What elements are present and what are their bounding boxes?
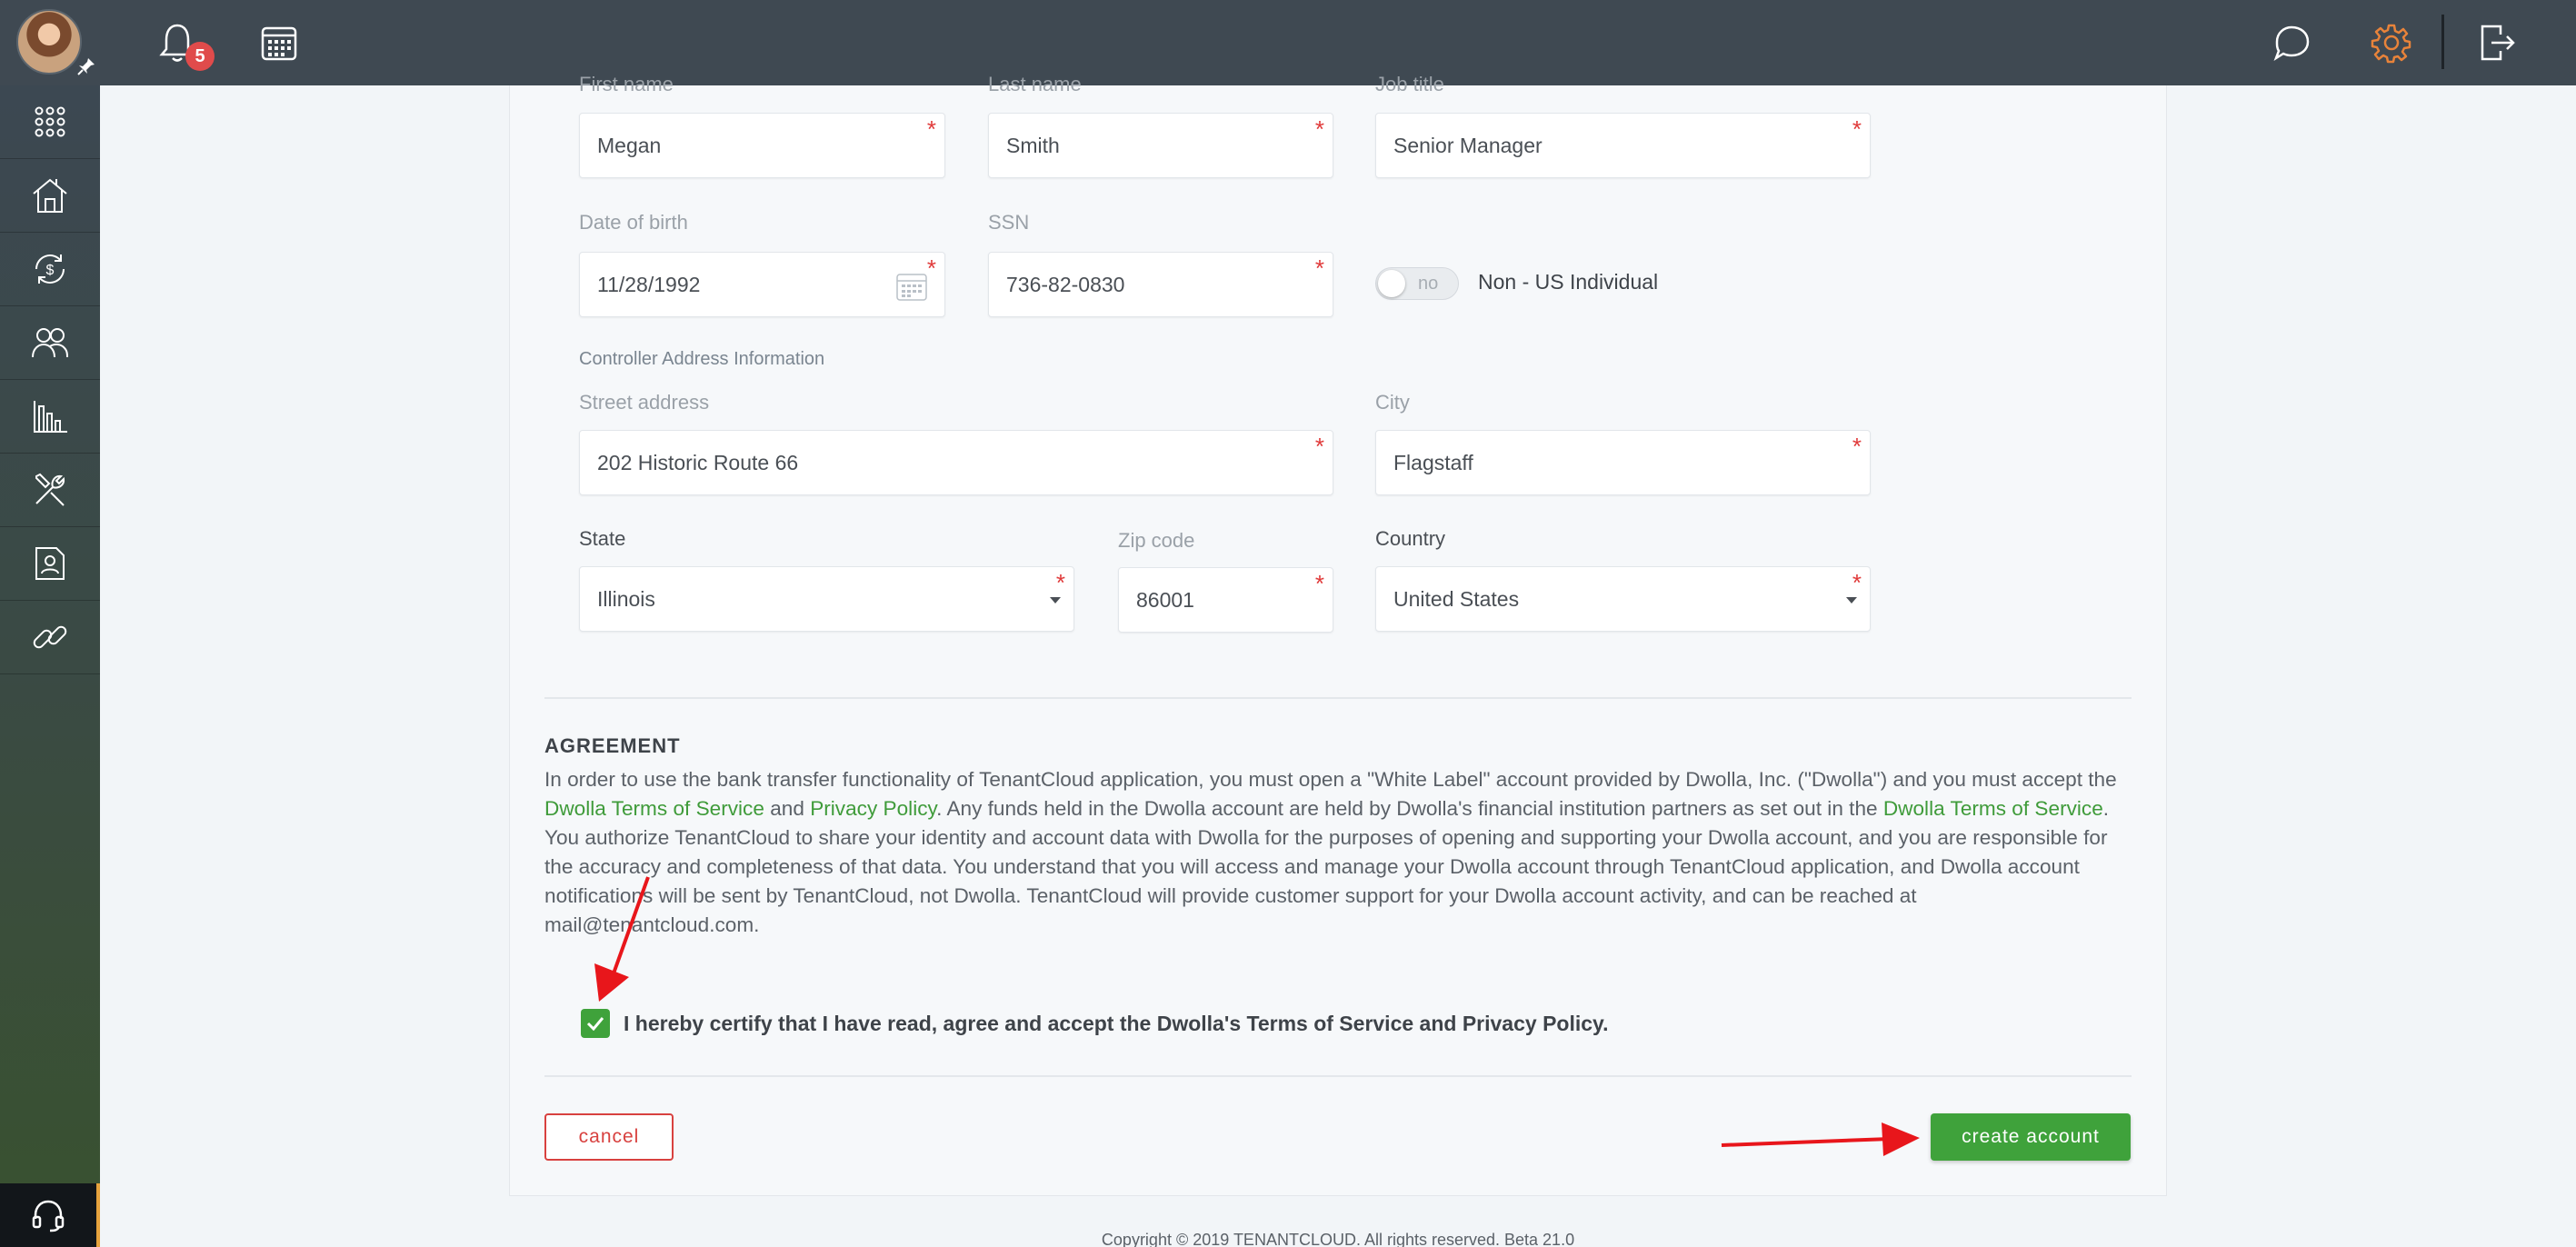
required-mark: * bbox=[1314, 254, 1324, 282]
dob-field[interactable]: 11/28/1992 * bbox=[579, 252, 945, 317]
required-mark: * bbox=[1852, 115, 1862, 143]
city-label: City bbox=[1375, 391, 1410, 414]
agreement-text-3: . Any funds held in the Dwolla account a… bbox=[936, 797, 1883, 820]
required-mark: * bbox=[926, 254, 936, 282]
payments-icon[interactable]: $ bbox=[0, 233, 100, 306]
reports-icon[interactable] bbox=[0, 380, 100, 454]
required-mark: * bbox=[1852, 569, 1862, 596]
cancel-button[interactable]: cancel bbox=[544, 1113, 674, 1161]
required-mark: * bbox=[1852, 433, 1862, 460]
privacy-policy-link[interactable]: Privacy Policy bbox=[810, 797, 936, 820]
city-field[interactable]: Flagstaff * bbox=[1375, 430, 1871, 495]
link-icon[interactable] bbox=[0, 601, 100, 674]
agreement-text-2: and bbox=[764, 797, 811, 820]
state-label: State bbox=[579, 527, 626, 550]
required-mark: * bbox=[1314, 433, 1324, 460]
first-name-field[interactable]: Megan * bbox=[579, 113, 945, 178]
state-value: Illinois bbox=[597, 586, 655, 611]
check-icon bbox=[586, 1017, 604, 1031]
ssn-value: 736-82-0830 bbox=[1006, 272, 1125, 296]
agreement-text: In order to use the bank transfer functi… bbox=[544, 765, 2132, 940]
last-name-label: Last name bbox=[988, 73, 1082, 95]
properties-icon[interactable] bbox=[0, 159, 100, 233]
required-mark: * bbox=[1314, 570, 1324, 597]
tools-icon[interactable] bbox=[0, 454, 100, 527]
agreement-text-1: In order to use the bank transfer functi… bbox=[544, 768, 2117, 791]
notification-badge: 5 bbox=[185, 42, 215, 71]
top-bar: 5 bbox=[0, 0, 2576, 85]
zip-label: Zip code bbox=[1118, 529, 1195, 552]
street-field[interactable]: 202 Historic Route 66 * bbox=[579, 430, 1333, 495]
divider bbox=[544, 697, 2132, 699]
last-name-field[interactable]: Smith * bbox=[988, 113, 1333, 178]
job-title-label: Job title bbox=[1375, 73, 1444, 95]
create-account-button[interactable]: create account bbox=[1931, 1113, 2131, 1161]
job-title-value: Senior Manager bbox=[1393, 133, 1543, 157]
first-name-value: Megan bbox=[597, 133, 662, 157]
zip-value: 86001 bbox=[1136, 587, 1194, 612]
required-mark: * bbox=[926, 115, 936, 143]
toggle-text: no bbox=[1418, 274, 1439, 294]
sidebar: $ bbox=[0, 85, 100, 1247]
people-icon[interactable] bbox=[0, 306, 100, 380]
last-name-value: Smith bbox=[1006, 133, 1060, 157]
logout-icon[interactable] bbox=[2472, 18, 2521, 67]
city-value: Flagstaff bbox=[1393, 450, 1473, 474]
job-title-field[interactable]: Senior Manager * bbox=[1375, 113, 1871, 178]
divider bbox=[544, 1075, 2132, 1077]
svg-text:$: $ bbox=[46, 263, 55, 278]
chat-icon[interactable] bbox=[2267, 18, 2316, 67]
footer-copyright: Copyright © 2019 TENANTCLOUD. All rights… bbox=[1101, 1231, 1575, 1247]
agreement-title: AGREEMENT bbox=[544, 734, 681, 757]
required-mark: * bbox=[1055, 569, 1065, 596]
non-us-toggle[interactable]: no bbox=[1375, 267, 1459, 300]
state-select[interactable]: Illinois * bbox=[579, 566, 1074, 632]
ssn-label: SSN bbox=[988, 211, 1030, 234]
certify-checkbox[interactable] bbox=[581, 1009, 610, 1038]
non-us-label: Non - US Individual bbox=[1478, 270, 1659, 294]
country-value: United States bbox=[1393, 586, 1520, 611]
agreement-text-4: . bbox=[2102, 797, 2110, 820]
calendar-icon[interactable] bbox=[255, 18, 304, 67]
apps-icon[interactable] bbox=[0, 85, 100, 159]
avatar[interactable] bbox=[16, 9, 82, 75]
country-select[interactable]: United States * bbox=[1375, 566, 1871, 632]
topbar-divider bbox=[2441, 15, 2444, 69]
street-value: 202 Historic Route 66 bbox=[597, 450, 799, 474]
ssn-field[interactable]: 736-82-0830 * bbox=[988, 252, 1333, 317]
certify-label[interactable]: I hereby certify that I have read, agree… bbox=[624, 1012, 1609, 1036]
dwolla-tos-link-2[interactable]: Dwolla Terms of Service bbox=[1883, 797, 2103, 820]
chevron-down-icon bbox=[1846, 597, 1857, 604]
dob-value: 11/28/1992 bbox=[597, 272, 701, 296]
agreement-text-5: You authorize TenantCloud to share your … bbox=[544, 826, 2108, 936]
pin-icon[interactable] bbox=[76, 56, 96, 76]
calendar-icon[interactable] bbox=[895, 271, 928, 307]
first-name-label: First name bbox=[579, 73, 674, 95]
address-section-title: Controller Address Information bbox=[579, 349, 825, 369]
required-mark: * bbox=[1314, 115, 1324, 143]
gear-icon[interactable] bbox=[2367, 18, 2416, 67]
toggle-knob bbox=[1378, 270, 1405, 297]
dwolla-tos-link[interactable]: Dwolla Terms of Service bbox=[544, 797, 764, 820]
documents-icon[interactable] bbox=[0, 527, 100, 601]
chevron-down-icon bbox=[1050, 597, 1061, 604]
country-label: Country bbox=[1375, 527, 1446, 550]
zip-field[interactable]: 86001 * bbox=[1118, 567, 1333, 633]
street-label: Street address bbox=[579, 391, 710, 414]
dob-label: Date of birth bbox=[579, 211, 688, 234]
